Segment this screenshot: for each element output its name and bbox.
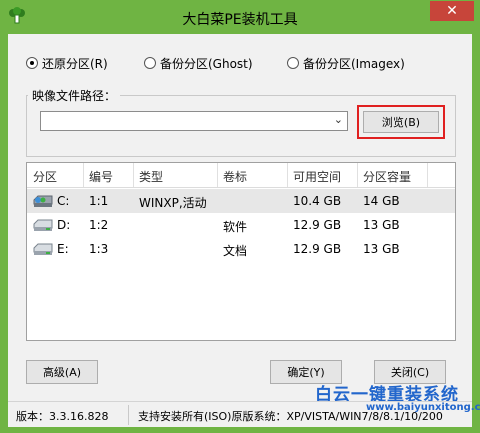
cell-type: WINXP,活动 [139,196,207,210]
radio-backup-imagex[interactable]: 备份分区(Imagex) [287,55,405,71]
partition-list-header: 分区 编号 类型 卷标 可用空间 分区容量 [27,163,455,188]
cell-label: 软件 [223,220,248,234]
radio-backup-ghost-indicator[interactable] [144,57,156,69]
cell-number: 1:1 [89,194,109,208]
cell-number: 1:3 [89,242,109,256]
column-divider[interactable] [357,163,358,187]
image-path-combobox[interactable]: ⌄ [40,111,348,131]
column-header-capacity[interactable]: 分区容量 [363,168,411,185]
window-close-button[interactable]: ✕ [430,1,474,21]
column-divider[interactable] [133,163,134,187]
table-row[interactable]: D: 1:2 软件 12.9 GB 13 GB [27,213,455,237]
image-path-label: 映像文件路径： [28,87,121,104]
version-text: 版本：3.3.16.828 [16,410,109,423]
cell-drive: C: [57,194,70,208]
cell-number: 1:2 [89,218,109,232]
status-bar: 版本：3.3.16.828 支持安装所有(ISO)原版系统：XP/VISTA/W… [8,401,472,428]
chevron-down-icon[interactable]: ⌄ [334,113,343,126]
title-bar: 大白菜PE装机工具 ✕ [0,0,480,34]
cell-free: 12.9 GB [293,242,342,256]
column-divider[interactable] [83,163,84,187]
client-area: 还原分区(R) 备份分区(Ghost) 备份分区(Imagex) 映像文件路径：… [8,34,480,428]
hard-drive-icon [33,219,53,231]
app-window: 大白菜PE装机工具 ✕ 还原分区(R) 备份分区(Ghost) 备份分区(Ima… [0,0,480,433]
column-divider[interactable] [287,163,288,187]
table-row[interactable]: C: 1:1 WINXP,活动 10.4 GB 14 GB [27,189,455,213]
radio-restore[interactable]: 还原分区(R) [26,55,108,71]
column-header-free-space[interactable]: 可用空间 [293,168,341,185]
partition-list[interactable]: 分区 编号 类型 卷标 可用空间 分区容量 C: 1:1 WINXP,活动 10… [26,162,456,341]
cell-capacity: 13 GB [363,242,400,256]
cell-label: 文档 [223,244,248,258]
hard-drive-icon [33,243,53,255]
cell-free: 12.9 GB [293,218,342,232]
radio-restore-indicator[interactable] [26,57,38,69]
radio-backup-imagex-label: 备份分区(Imagex) [303,56,405,71]
window-title: 大白菜PE装机工具 [182,12,298,28]
table-row[interactable]: E: 1:3 文档 12.9 GB 13 GB [27,237,455,261]
cell-drive: D: [57,218,71,232]
radio-backup-imagex-indicator[interactable] [287,57,299,69]
browse-highlight: 浏览(B) [357,105,445,139]
system-drive-icon [33,195,53,207]
status-divider [128,405,129,425]
column-header-label[interactable]: 卷标 [223,168,247,185]
radio-backup-ghost[interactable]: 备份分区(Ghost) [144,55,253,71]
cell-free: 10.4 GB [293,194,342,208]
cell-capacity: 13 GB [363,218,400,232]
column-divider[interactable] [427,163,428,187]
cell-drive: E: [57,242,69,256]
radio-restore-label: 还原分区(R) [42,56,108,71]
column-header-number[interactable]: 编号 [89,168,113,185]
advanced-button[interactable]: 高级(A) [26,360,98,384]
cell-capacity: 14 GB [363,194,400,208]
column-header-type[interactable]: 类型 [139,168,163,185]
radio-backup-ghost-label: 备份分区(Ghost) [160,56,253,71]
support-text: 支持安装所有(ISO)原版系统：XP/VISTA/WIN7/8/8.1/10/2… [138,410,443,423]
column-divider[interactable] [217,163,218,187]
browse-button[interactable]: 浏览(B) [363,111,439,133]
column-header-partition[interactable]: 分区 [33,168,57,185]
